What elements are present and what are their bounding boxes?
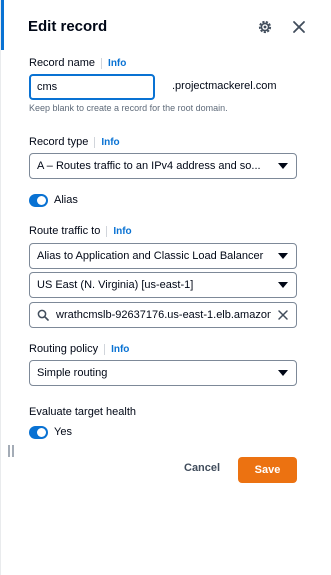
record-name-label-text: Record name — [29, 57, 96, 69]
routing-policy-value: Simple routing — [37, 367, 108, 379]
region-value: US East (N. Virginia) [us-east-1] — [37, 279, 194, 291]
route-traffic-info-link[interactable]: Info — [106, 226, 132, 237]
close-icon[interactable] — [291, 19, 307, 35]
load-balancer-search-value: wrathcmslb-92637176.us-east-1.elb.amazon… — [56, 309, 271, 321]
record-name-info-link[interactable]: Info — [101, 58, 127, 69]
gear-icon[interactable] — [257, 19, 273, 35]
cancel-button[interactable]: Cancel — [184, 462, 220, 474]
resize-handle-icon[interactable] — [7, 444, 15, 458]
record-type-label-text: Record type — [29, 136, 89, 148]
save-button[interactable]: Save — [238, 457, 297, 483]
page-title: Edit record — [28, 18, 108, 35]
evaluate-health-label: Evaluate target health — [29, 406, 137, 418]
route-traffic-label-text: Route traffic to — [29, 225, 101, 237]
record-type-info-link[interactable]: Info — [94, 137, 120, 148]
search-icon — [37, 309, 49, 321]
route-traffic-label: Route traffic to Info — [29, 225, 132, 237]
routing-policy-label-text: Routing policy — [29, 343, 99, 355]
caret-down-icon — [278, 253, 288, 259]
region-select[interactable]: US East (N. Virginia) [us-east-1] — [29, 272, 297, 298]
record-name-hint: Keep blank to create a record for the ro… — [29, 103, 228, 113]
endpoint-type-select[interactable]: Alias to Application and Classic Load Ba… — [29, 243, 297, 269]
alias-toggle[interactable] — [29, 194, 48, 207]
record-type-select[interactable]: A – Routes traffic to an IPv4 address an… — [29, 153, 297, 179]
record-type-label: Record type Info — [29, 136, 120, 148]
alias-label: Alias — [54, 194, 78, 206]
evaluate-health-toggle[interactable] — [29, 426, 48, 439]
panel-header: Edit record — [28, 18, 318, 38]
record-type-value: A – Routes traffic to an IPv4 address an… — [37, 160, 261, 172]
caret-down-icon — [278, 370, 288, 376]
routing-policy-label: Routing policy Info — [29, 343, 130, 355]
record-name-label: Record name Info — [29, 57, 127, 69]
clear-icon[interactable] — [277, 309, 289, 321]
record-name-input[interactable] — [29, 74, 155, 100]
load-balancer-search[interactable]: wrathcmslb-92637176.us-east-1.elb.amazon… — [29, 302, 297, 328]
panel-accent-bar — [1, 0, 4, 50]
routing-policy-select[interactable]: Simple routing — [29, 360, 297, 386]
toggle-knob — [37, 196, 46, 205]
routing-policy-info-link[interactable]: Info — [104, 344, 130, 355]
edit-record-panel: Edit record Record name Info .projectmack… — [0, 0, 331, 575]
domain-suffix: .projectmackerel.com — [172, 80, 277, 92]
caret-down-icon — [278, 282, 288, 288]
evaluate-health-toggle-label: Yes — [54, 426, 72, 438]
toggle-knob — [37, 428, 46, 437]
caret-down-icon — [278, 163, 288, 169]
endpoint-type-value: Alias to Application and Classic Load Ba… — [37, 250, 264, 262]
